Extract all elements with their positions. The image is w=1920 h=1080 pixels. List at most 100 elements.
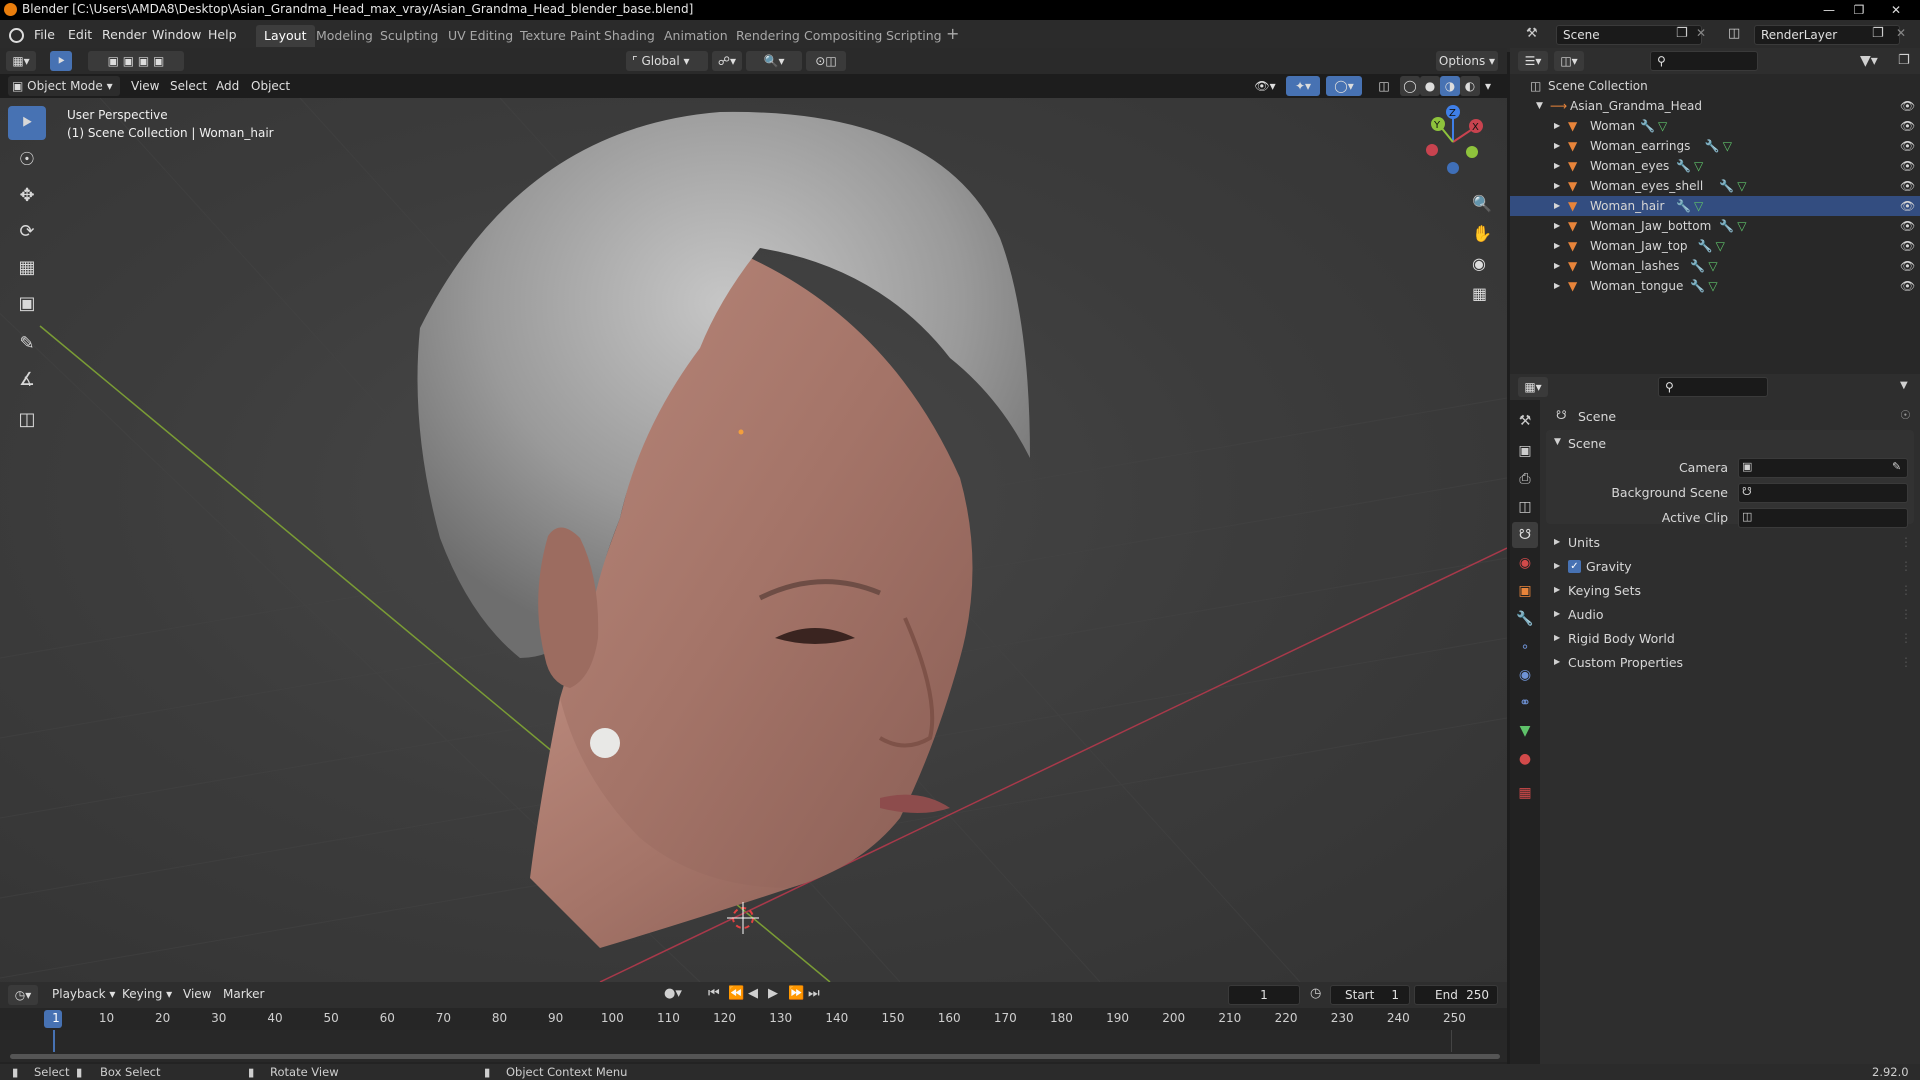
expand-arrow-icon[interactable]: ▶ — [1554, 216, 1560, 236]
tab-uv-editing[interactable]: UV Editing — [440, 25, 521, 47]
outliner-row-object[interactable]: ▶ ▼ Woman_eyes 🔧 ▽ 👁 — [1510, 156, 1920, 176]
zoom-view-icon[interactable]: 🔍 — [1472, 194, 1492, 213]
snap-toggle-icon[interactable]: 🔍▾ — [746, 51, 802, 71]
outliner-row-object[interactable]: ▶ ▼ Woman_Jaw_bottom 🔧 ▽ 👁 — [1510, 216, 1920, 236]
jump-next-keyframe-icon[interactable]: ⏩ — [788, 986, 804, 1001]
play-reverse-icon[interactable]: ◀ — [748, 986, 758, 1001]
expand-arrow-icon[interactable]: ▶ — [1554, 256, 1560, 276]
active-clip-field[interactable] — [1738, 508, 1908, 528]
close-window-icon[interactable]: ✕ — [1876, 0, 1916, 20]
filter-icon[interactable]: ▼▾ — [1860, 53, 1878, 69]
viewport-menu-add[interactable]: Add — [216, 79, 239, 93]
tab-physics-icon[interactable]: ◉ — [1512, 662, 1538, 688]
current-frame-field[interactable]: 1 — [1228, 985, 1300, 1005]
tab-scene-icon[interactable]: ☋ — [1512, 522, 1538, 548]
tab-view-layer-icon[interactable]: ◫ — [1512, 494, 1538, 520]
end-frame-field[interactable]: End 250 — [1414, 985, 1498, 1005]
tab-object-icon[interactable]: ▣ — [1512, 578, 1538, 604]
properties-options-icon[interactable]: ▼ — [1900, 380, 1908, 391]
visibility-eye-icon[interactable]: 👁 — [1900, 236, 1915, 256]
collapse-arrow-icon[interactable]: ▼ — [1536, 96, 1543, 116]
expand-arrow-icon[interactable]: ▶ — [1554, 236, 1560, 256]
tab-world-icon[interactable]: ◉ — [1512, 550, 1538, 576]
visibility-eye-icon[interactable]: 👁 — [1900, 256, 1915, 276]
pin-icon[interactable]: ☉ — [1900, 408, 1911, 422]
eyedropper-icon[interactable]: ✎ — [1892, 460, 1901, 473]
cursor-tool-icon[interactable]: ☉ — [8, 142, 46, 176]
overlays-toggle-icon[interactable]: ◯▾ — [1326, 76, 1362, 96]
material-shading-icon[interactable]: ◑ — [1440, 76, 1460, 96]
shading-options-icon[interactable]: ▾ — [1480, 76, 1496, 96]
visibility-eye-icon[interactable]: 👁 — [1900, 136, 1915, 156]
ortho-toggle-icon[interactable]: ▦ — [1472, 284, 1487, 303]
drag-handle-icon[interactable]: ⋮ — [1900, 655, 1912, 669]
tab-modeling[interactable]: Modeling — [308, 25, 381, 47]
expand-arrow-icon[interactable]: ▶ — [1554, 276, 1560, 296]
section-expand-arrow-icon[interactable]: ▶ — [1554, 561, 1560, 570]
tab-render-icon[interactable]: ▣ — [1512, 438, 1538, 464]
timeline-editor-type-icon[interactable]: ◷▾ — [8, 985, 38, 1005]
viewport-menu-select[interactable]: Select — [170, 79, 207, 93]
expand-arrow-icon[interactable]: ▶ — [1554, 176, 1560, 196]
outliner-search-input[interactable]: ⚲ — [1650, 51, 1758, 71]
viewport-menu-object[interactable]: Object — [251, 79, 290, 93]
visibility-eye-icon[interactable]: 👁 — [1900, 176, 1915, 196]
rendered-shading-icon[interactable]: ◐ — [1460, 76, 1480, 96]
start-frame-field[interactable]: Start 1 — [1330, 985, 1410, 1005]
outliner-row-object[interactable]: ▶ ▼ Woman_Jaw_top 🔧 ▽ 👁 — [1510, 236, 1920, 256]
outliner-row-collection[interactable]: ▼ ⟶ Asian_Grandma_Head 👁 — [1510, 96, 1920, 116]
outliner-row-object[interactable]: ▶ ▼ Woman 🔧 ▽ 👁 — [1510, 116, 1920, 136]
timeline-menu-keying[interactable]: Keying ▾ — [122, 987, 172, 1001]
timeline-menu-playback[interactable]: Playback ▾ — [52, 987, 115, 1001]
add-cube-tool-icon[interactable]: ◫ — [8, 402, 46, 436]
outliner-display-mode-icon[interactable]: ◫▾ — [1554, 51, 1584, 71]
timeline-menu-marker[interactable]: Marker — [223, 987, 264, 1001]
properties-section[interactable]: ▶ Keying Sets ⋮ — [1546, 580, 1914, 604]
new-collection-icon[interactable]: ❐ — [1898, 53, 1910, 68]
new-view-layer-icon[interactable]: ❐ — [1872, 26, 1884, 41]
options-dropdown[interactable]: Options ▾ — [1436, 51, 1498, 71]
section-expand-arrow-icon[interactable]: ▶ — [1554, 609, 1560, 618]
tab-texture-paint[interactable]: Texture Paint — [512, 25, 609, 47]
minimize-icon[interactable]: — — [1814, 0, 1844, 20]
xray-toggle-icon[interactable]: ◫ — [1374, 76, 1394, 96]
visibility-eye-icon[interactable]: 👁 — [1900, 156, 1915, 176]
rotate-tool-icon[interactable]: ⟳ — [8, 214, 46, 248]
new-scene-icon[interactable]: ❐ — [1676, 26, 1688, 41]
jump-start-icon[interactable]: ⏮ — [708, 986, 720, 1001]
menu-render[interactable]: Render — [102, 27, 147, 42]
annotate-tool-icon[interactable]: ✎ — [8, 326, 46, 360]
properties-section[interactable]: ▶ Custom Properties ⋮ — [1546, 652, 1914, 676]
preview-range-icon[interactable]: ◷ — [1310, 986, 1321, 1001]
select-box-tool-icon[interactable]: ⯈ — [8, 106, 46, 140]
outliner-row-scene-collection[interactable]: ◫ Scene Collection — [1510, 76, 1920, 96]
timeline-menu-view[interactable]: View — [183, 987, 211, 1001]
drag-handle-icon[interactable]: ⋮ — [1900, 583, 1912, 597]
add-workspace-icon[interactable]: + — [946, 24, 959, 43]
editor-type-icon[interactable]: ▦▾ — [6, 51, 36, 71]
tab-constraints-icon[interactable]: ⚭ — [1512, 690, 1538, 716]
scene-panel-title[interactable]: Scene — [1568, 436, 1606, 451]
visibility-eye-icon[interactable]: 👁 — [1900, 96, 1915, 116]
section-expand-arrow-icon[interactable]: ▶ — [1554, 537, 1560, 546]
menu-file[interactable]: File — [34, 27, 55, 42]
expand-arrow-icon[interactable]: ▶ — [1554, 116, 1560, 136]
tab-animation[interactable]: Animation — [656, 25, 736, 47]
solid-shading-icon[interactable]: ● — [1420, 76, 1440, 96]
drag-handle-icon[interactable]: ⋮ — [1900, 607, 1912, 621]
drag-handle-icon[interactable]: ⋮ — [1900, 559, 1912, 573]
selection-mode-icon[interactable]: ▣ ▣ ▣ ▣ — [88, 51, 184, 71]
tab-particles-icon[interactable]: ∘ — [1512, 634, 1538, 660]
transform-tool-icon[interactable]: ▣ — [8, 286, 46, 320]
outliner-row-object[interactable]: ▶ ▼ Woman_eyes_shell 🔧 ▽ 👁 — [1510, 176, 1920, 196]
blender-menu-icon[interactable] — [9, 28, 24, 43]
expand-arrow-icon[interactable]: ▶ — [1554, 196, 1560, 216]
proportional-edit-icon[interactable]: ⊙◫ — [806, 51, 846, 71]
expand-arrow-icon[interactable]: ▶ — [1554, 136, 1560, 156]
scale-tool-icon[interactable]: ▦ — [8, 250, 46, 284]
visibility-eye-icon[interactable]: 👁 — [1900, 216, 1915, 236]
pivot-point-icon[interactable]: ☍▾ — [712, 51, 742, 71]
properties-section[interactable]: ▶ ✓ Gravity ⋮ — [1546, 556, 1914, 580]
object-mode-dropdown[interactable]: ▣ Object Mode ▾ — [8, 76, 120, 96]
drag-handle-icon[interactable]: ⋮ — [1900, 535, 1912, 549]
